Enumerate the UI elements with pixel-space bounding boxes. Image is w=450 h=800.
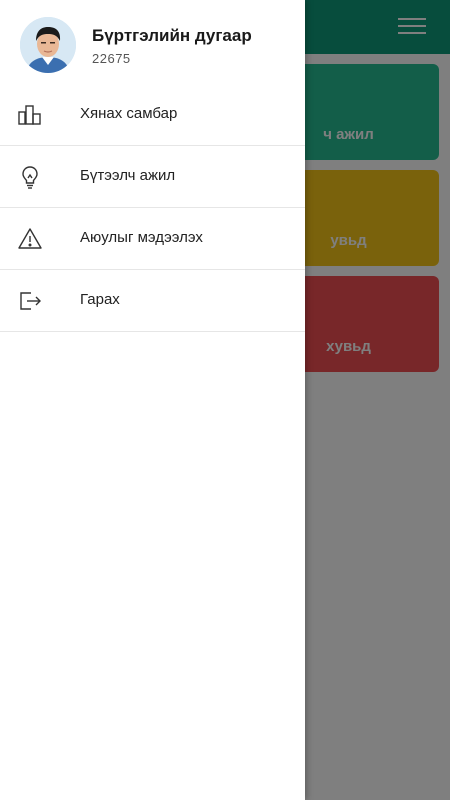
nav-label: Гарах <box>80 291 120 308</box>
drawer-header: Бүртгэлийн дугаар 22675 <box>0 0 305 84</box>
lightbulb-icon <box>17 164 43 190</box>
nav-label: Бүтээлч ажил <box>80 167 176 184</box>
logout-icon <box>17 288 43 314</box>
nav-item-dashboard[interactable]: Хянах самбар <box>0 84 305 146</box>
warning-icon <box>17 226 43 252</box>
navigation-drawer: Бүртгэлийн дугаар 22675 Хянах самбар Бүт… <box>0 0 305 800</box>
user-number: 22675 <box>92 51 131 66</box>
nav-label: Аюулыг мэдээлэх <box>80 229 203 246</box>
user-title: Бүртгэлийн дугаар <box>92 26 252 45</box>
nav-item-report-hazard[interactable]: Аюулыг мэдээлэх <box>0 208 305 270</box>
nav-label: Хянах самбар <box>80 105 178 122</box>
bar-chart-icon <box>17 102 43 128</box>
nav-item-logout[interactable]: Гарах <box>0 270 305 332</box>
screen: ч ажил увьд хувьд Бүртгэлийн дугаар <box>0 0 450 800</box>
avatar[interactable] <box>20 17 76 73</box>
nav-item-creative-work[interactable]: Бүтээлч ажил <box>0 146 305 208</box>
